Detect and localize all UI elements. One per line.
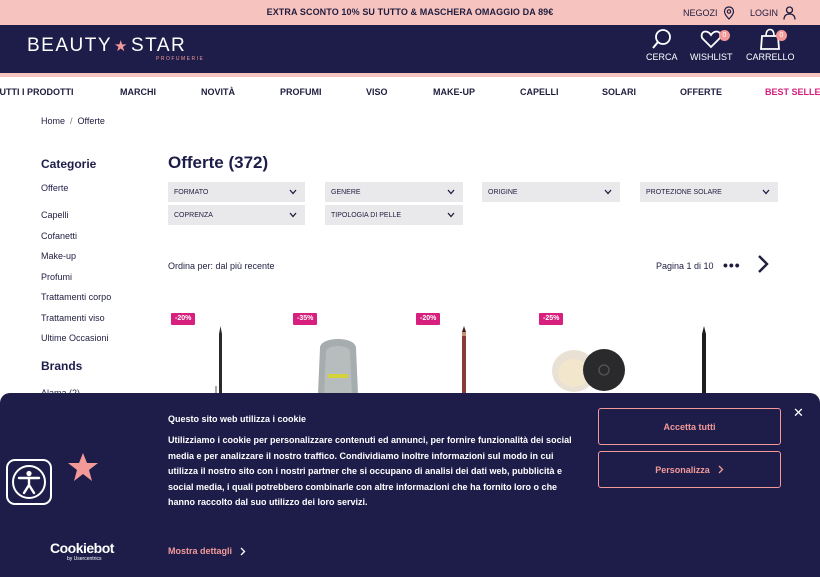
product-image-eyeliner[interactable]: [210, 326, 230, 394]
header-divider: [0, 73, 820, 77]
cart-button[interactable]: CARRELLO 0: [746, 28, 795, 62]
wishlist-button[interactable]: WISHLIST 0: [690, 28, 733, 62]
nav-item-profumi[interactable]: PROFUMI: [280, 87, 322, 97]
logo-subtitle: PROFUMERIE: [156, 56, 205, 62]
search-icon: [651, 29, 671, 49]
pagination-status: Pagina 1 di 10: [656, 261, 714, 271]
cookie-text: Utilizziamo i cookie per personalizzare …: [168, 435, 572, 507]
nav-item-capelli[interactable]: CAPELLI: [520, 87, 559, 97]
filter-protezione-solare[interactable]: PROTEZIONE SOLARE: [640, 182, 778, 202]
accept-all-button[interactable]: Accetta tutti: [598, 408, 781, 445]
user-icon: [783, 5, 796, 20]
discount-badge: -20%: [171, 313, 196, 325]
pagination-more[interactable]: •••: [723, 258, 741, 272]
categories-heading: Categorie: [41, 157, 97, 171]
sort-select[interactable]: Ordina per: dal più recente: [168, 261, 275, 271]
chevron-down-icon: [447, 189, 455, 195]
chevron-down-icon: [447, 212, 455, 218]
chevron-right-icon: [240, 547, 246, 555]
negozi-link[interactable]: NEGOZI: [683, 4, 735, 21]
product-image-lip-pencil[interactable]: [456, 326, 472, 394]
discount-badge: -20%: [416, 313, 441, 325]
cookie-consent-banner: Cookiebot by Usercentrics Questo sito we…: [0, 393, 820, 577]
breadcrumb-home[interactable]: Home: [41, 116, 65, 126]
show-details-label: Mostra dettagli: [168, 546, 233, 556]
close-icon[interactable]: ✕: [793, 406, 804, 419]
filter-formato[interactable]: FORMATO: [168, 182, 305, 202]
logo-text-right: STAR: [130, 35, 187, 56]
brands-heading: Brands: [41, 359, 83, 373]
nav-item-solari[interactable]: SOLARI: [602, 87, 636, 97]
nav-item-viso[interactable]: VISO: [366, 87, 388, 97]
sidebar-item-profumi[interactable]: Profumi: [41, 272, 72, 282]
filter-label: PROTEZIONE SOLARE: [646, 188, 722, 196]
nav-item-tutti[interactable]: TUTTI I PRODOTTI: [0, 87, 74, 97]
nav-item-novita[interactable]: NOVITÀ: [201, 87, 235, 97]
filter-label: GENERE: [331, 188, 361, 196]
site-header: BEAUTY ★ STAR PROFUMERIE CERCA WISHLIST 0 …: [0, 25, 820, 73]
sidebar-item-ultime-occasioni[interactable]: Ultime Occasioni: [41, 333, 109, 343]
logo-star-icon: ★: [114, 38, 129, 55]
filter-origine[interactable]: ORIGINE: [482, 182, 620, 202]
promo-bar: EXTRA SCONTO 10% SU TUTTO & MASCHERA OMA…: [0, 0, 820, 25]
product-image-foundation[interactable]: [306, 330, 370, 394]
login-label: LOGIN: [750, 7, 779, 18]
sidebar-item-offerte[interactable]: Offerte: [41, 183, 68, 193]
site-logo[interactable]: BEAUTY ★ STAR: [27, 35, 186, 57]
chevron-right-icon[interactable]: [756, 254, 770, 274]
sidebar-item-trattamenti-corpo[interactable]: Trattamenti corpo: [41, 292, 111, 302]
negozi-label: NEGOZI: [683, 7, 718, 18]
sidebar-item-cofanetti[interactable]: Cofanetti: [41, 231, 77, 241]
logo-text-left: BEAUTY: [27, 35, 113, 56]
filter-label: FORMATO: [174, 188, 209, 196]
product-image-powder[interactable]: [550, 345, 630, 393]
chevron-down-icon: [762, 189, 770, 195]
cart-label: CARRELLO: [746, 52, 795, 62]
page-title: Offerte (372): [168, 153, 269, 172]
login-link[interactable]: LOGIN: [750, 4, 796, 21]
nav-item-best-seller[interactable]: BEST SELLER: [765, 87, 820, 97]
personalize-label: Personalizza: [655, 464, 710, 475]
accessibility-icon: [12, 465, 46, 499]
filter-genere[interactable]: GENERE: [325, 182, 463, 202]
wishlist-count-badge: 0: [719, 30, 730, 41]
filter-label: COPRENZA: [174, 211, 213, 219]
accessibility-button[interactable]: [6, 459, 52, 505]
chevron-right-icon: [718, 465, 724, 474]
discount-badge: -35%: [293, 313, 318, 325]
location-pin-icon: [723, 5, 734, 20]
heart-icon: [700, 30, 722, 49]
filter-label: TIPOLOGIA DI PELLE: [331, 211, 402, 219]
sidebar-item-capelli[interactable]: Capelli: [41, 210, 69, 220]
nav-item-makeup[interactable]: MAKE-UP: [433, 87, 475, 97]
personalize-button[interactable]: Personalizza: [598, 451, 781, 488]
breadcrumb-current: Offerte: [77, 116, 105, 126]
breadcrumb-separator: /: [70, 116, 73, 126]
search-label: CERCA: [646, 52, 678, 62]
breadcrumb: Home / Offerte: [41, 116, 105, 126]
filter-label: ORIGINE: [488, 188, 518, 196]
chevron-down-icon: [604, 189, 612, 195]
search-button[interactable]: CERCA: [646, 28, 678, 62]
nav-item-offerte[interactable]: OFFERTE: [680, 87, 722, 97]
filter-coprenza[interactable]: COPRENZA: [168, 205, 305, 225]
chevron-down-icon: [289, 212, 297, 218]
product-image-eyeliner-2[interactable]: [696, 326, 712, 394]
main-nav: TUTTI I PRODOTTI MARCHI NOVITÀ PROFUMI V…: [0, 87, 820, 99]
nav-item-marchi[interactable]: MARCHI: [120, 87, 156, 97]
discount-badge: -25%: [539, 313, 564, 325]
sidebar-item-trattamenti-viso[interactable]: Trattamenti viso: [41, 313, 105, 323]
star-icon: [68, 453, 98, 481]
cookiebot-logo: Cookiebot: [50, 540, 114, 556]
cookiebot-sub: by Usercentrics: [67, 556, 102, 562]
wishlist-label: WISHLIST: [690, 52, 733, 62]
cookie-title: Questo sito web utilizza i cookie: [168, 414, 307, 424]
sidebar-item-makeup[interactable]: Make-up: [41, 251, 76, 261]
chevron-down-icon: [289, 189, 297, 195]
filter-tipologia-pelle[interactable]: TIPOLOGIA DI PELLE: [325, 205, 463, 225]
cart-count-badge: 0: [776, 30, 787, 41]
show-details-link[interactable]: Mostra dettagli: [168, 546, 246, 556]
